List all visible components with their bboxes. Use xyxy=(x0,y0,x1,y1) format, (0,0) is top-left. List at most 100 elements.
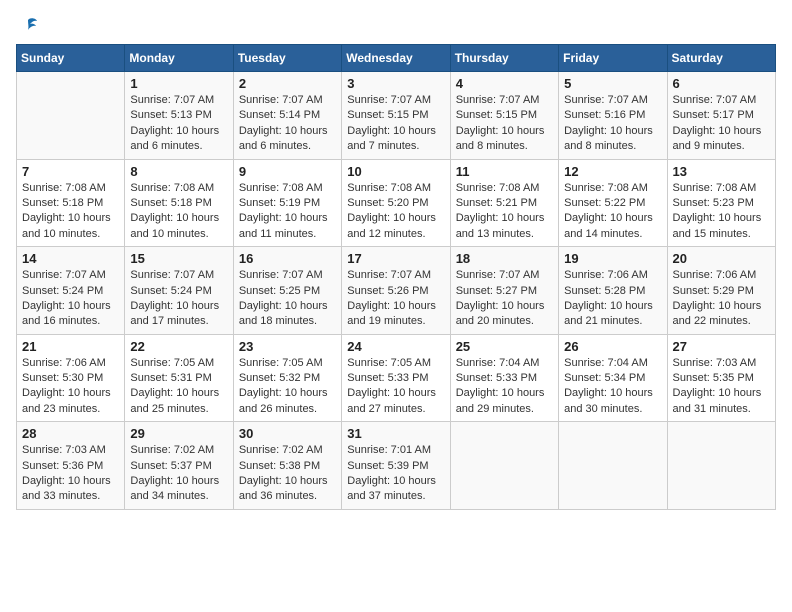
day-info: Sunrise: 7:01 AM Sunset: 5:39 PM Dayligh… xyxy=(347,443,444,505)
calendar-cell: 5Sunrise: 7:07 AM Sunset: 5:16 PM Daylig… xyxy=(559,72,667,160)
calendar-table: SundayMondayTuesdayWednesdayThursdayFrid… xyxy=(16,44,776,510)
calendar-cell xyxy=(559,422,667,510)
day-number: 11 xyxy=(456,164,553,179)
calendar-cell: 13Sunrise: 7:08 AM Sunset: 5:23 PM Dayli… xyxy=(667,159,775,247)
day-info: Sunrise: 7:05 AM Sunset: 5:32 PM Dayligh… xyxy=(239,356,336,418)
calendar-cell: 14 Sunrise: 7:07 AM Sunset: 5:24 PM Dayli… xyxy=(17,247,125,335)
calendar-cell xyxy=(667,422,775,510)
calendar-cell: 16 Sunrise: 7:07 AM Sunset: 5:25 PM Dayli… xyxy=(233,247,341,335)
column-header-thursday: Thursday xyxy=(450,45,558,72)
day-number: 19 xyxy=(564,251,661,266)
calendar-cell: 1Sunrise: 7:07 AM Sunset: 5:13 PM Daylig… xyxy=(125,72,233,160)
calendar-cell: 26Sunrise: 7:04 AM Sunset: 5:34 PM Dayli… xyxy=(559,334,667,422)
day-number: 31 xyxy=(347,426,444,441)
day-info: Sunrise: 7:07 AM Sunset: 5:24 PM Dayligh… xyxy=(22,268,119,330)
calendar-cell: 6 Sunrise: 7:07 AM Sunset: 5:17 PM Daylig… xyxy=(667,72,775,160)
day-number: 6 xyxy=(673,76,770,91)
calendar-cell: 17 Sunrise: 7:07 AM Sunset: 5:26 PM Dayli… xyxy=(342,247,450,335)
calendar-cell: 19 Sunrise: 7:06 AM Sunset: 5:28 PM Dayli… xyxy=(559,247,667,335)
day-number: 21 xyxy=(22,339,119,354)
day-number: 10 xyxy=(347,164,444,179)
calendar-cell: 27 Sunrise: 7:03 AM Sunset: 5:35 PM Dayli… xyxy=(667,334,775,422)
calendar-cell xyxy=(450,422,558,510)
logo-bird-icon xyxy=(18,16,38,34)
week-row-1: 1Sunrise: 7:07 AM Sunset: 5:13 PM Daylig… xyxy=(17,72,776,160)
column-header-friday: Friday xyxy=(559,45,667,72)
column-header-wednesday: Wednesday xyxy=(342,45,450,72)
day-info: Sunrise: 7:06 AM Sunset: 5:28 PM Dayligh… xyxy=(564,268,661,330)
day-number: 13 xyxy=(673,164,770,179)
calendar-cell: 11 Sunrise: 7:08 AM Sunset: 5:21 PM Dayli… xyxy=(450,159,558,247)
calendar-cell: 9 Sunrise: 7:08 AM Sunset: 5:19 PM Daylig… xyxy=(233,159,341,247)
day-number: 4 xyxy=(456,76,553,91)
day-info: Sunrise: 7:07 AM Sunset: 5:17 PM Dayligh… xyxy=(673,93,770,155)
calendar-cell: 7 Sunrise: 7:08 AM Sunset: 5:18 PM Daylig… xyxy=(17,159,125,247)
day-info: Sunrise: 7:03 AM Sunset: 5:36 PM Dayligh… xyxy=(22,443,119,505)
day-info: Sunrise: 7:07 AM Sunset: 5:24 PM Dayligh… xyxy=(130,268,227,330)
day-info: Sunrise: 7:02 AM Sunset: 5:38 PM Dayligh… xyxy=(239,443,336,505)
page-header xyxy=(16,16,776,34)
day-number: 18 xyxy=(456,251,553,266)
calendar-cell: 4Sunrise: 7:07 AM Sunset: 5:15 PM Daylig… xyxy=(450,72,558,160)
day-info: Sunrise: 7:08 AM Sunset: 5:18 PM Dayligh… xyxy=(130,181,227,243)
column-header-sunday: Sunday xyxy=(17,45,125,72)
day-number: 30 xyxy=(239,426,336,441)
day-info: Sunrise: 7:02 AM Sunset: 5:37 PM Dayligh… xyxy=(130,443,227,505)
calendar-cell: 3 Sunrise: 7:07 AM Sunset: 5:15 PM Daylig… xyxy=(342,72,450,160)
day-number: 29 xyxy=(130,426,227,441)
calendar-cell: 25 Sunrise: 7:04 AM Sunset: 5:33 PM Dayli… xyxy=(450,334,558,422)
day-info: Sunrise: 7:07 AM Sunset: 5:13 PM Dayligh… xyxy=(130,93,227,155)
calendar-cell: 12Sunrise: 7:08 AM Sunset: 5:22 PM Dayli… xyxy=(559,159,667,247)
day-info: Sunrise: 7:07 AM Sunset: 5:14 PM Dayligh… xyxy=(239,93,336,155)
day-info: Sunrise: 7:08 AM Sunset: 5:18 PM Dayligh… xyxy=(22,181,119,243)
calendar-cell: 30 Sunrise: 7:02 AM Sunset: 5:38 PM Dayli… xyxy=(233,422,341,510)
day-info: Sunrise: 7:07 AM Sunset: 5:15 PM Dayligh… xyxy=(347,93,444,155)
day-number: 25 xyxy=(456,339,553,354)
column-header-saturday: Saturday xyxy=(667,45,775,72)
calendar-cell: 23 Sunrise: 7:05 AM Sunset: 5:32 PM Dayli… xyxy=(233,334,341,422)
day-info: Sunrise: 7:07 AM Sunset: 5:25 PM Dayligh… xyxy=(239,268,336,330)
calendar-cell: 29 Sunrise: 7:02 AM Sunset: 5:37 PM Dayli… xyxy=(125,422,233,510)
calendar-cell: 21 Sunrise: 7:06 AM Sunset: 5:30 PM Dayli… xyxy=(17,334,125,422)
calendar-cell: 15 Sunrise: 7:07 AM Sunset: 5:24 PM Dayli… xyxy=(125,247,233,335)
calendar-cell: 8Sunrise: 7:08 AM Sunset: 5:18 PM Daylig… xyxy=(125,159,233,247)
day-info: Sunrise: 7:07 AM Sunset: 5:16 PM Dayligh… xyxy=(564,93,661,155)
week-row-2: 7 Sunrise: 7:08 AM Sunset: 5:18 PM Daylig… xyxy=(17,159,776,247)
day-number: 7 xyxy=(22,164,119,179)
calendar-cell: 20Sunrise: 7:06 AM Sunset: 5:29 PM Dayli… xyxy=(667,247,775,335)
day-info: Sunrise: 7:07 AM Sunset: 5:26 PM Dayligh… xyxy=(347,268,444,330)
column-header-monday: Monday xyxy=(125,45,233,72)
day-info: Sunrise: 7:08 AM Sunset: 5:21 PM Dayligh… xyxy=(456,181,553,243)
day-number: 23 xyxy=(239,339,336,354)
header-row: SundayMondayTuesdayWednesdayThursdayFrid… xyxy=(17,45,776,72)
day-number: 26 xyxy=(564,339,661,354)
day-number: 20 xyxy=(673,251,770,266)
column-header-tuesday: Tuesday xyxy=(233,45,341,72)
calendar-cell: 24Sunrise: 7:05 AM Sunset: 5:33 PM Dayli… xyxy=(342,334,450,422)
day-number: 2 xyxy=(239,76,336,91)
day-number: 16 xyxy=(239,251,336,266)
logo xyxy=(16,16,40,34)
calendar-cell: 28Sunrise: 7:03 AM Sunset: 5:36 PM Dayli… xyxy=(17,422,125,510)
calendar-cell: 31 Sunrise: 7:01 AM Sunset: 5:39 PM Dayli… xyxy=(342,422,450,510)
week-row-4: 21 Sunrise: 7:06 AM Sunset: 5:30 PM Dayli… xyxy=(17,334,776,422)
day-number: 9 xyxy=(239,164,336,179)
day-number: 17 xyxy=(347,251,444,266)
day-info: Sunrise: 7:08 AM Sunset: 5:19 PM Dayligh… xyxy=(239,181,336,243)
calendar-cell: 18 Sunrise: 7:07 AM Sunset: 5:27 PM Dayli… xyxy=(450,247,558,335)
day-info: Sunrise: 7:03 AM Sunset: 5:35 PM Dayligh… xyxy=(673,356,770,418)
day-number: 15 xyxy=(130,251,227,266)
calendar-cell xyxy=(17,72,125,160)
day-number: 27 xyxy=(673,339,770,354)
calendar-cell: 10 Sunrise: 7:08 AM Sunset: 5:20 PM Dayli… xyxy=(342,159,450,247)
day-number: 14 xyxy=(22,251,119,266)
day-number: 3 xyxy=(347,76,444,91)
calendar-cell: 22Sunrise: 7:05 AM Sunset: 5:31 PM Dayli… xyxy=(125,334,233,422)
calendar-cell: 2 Sunrise: 7:07 AM Sunset: 5:14 PM Daylig… xyxy=(233,72,341,160)
day-info: Sunrise: 7:07 AM Sunset: 5:27 PM Dayligh… xyxy=(456,268,553,330)
day-number: 24 xyxy=(347,339,444,354)
day-info: Sunrise: 7:08 AM Sunset: 5:20 PM Dayligh… xyxy=(347,181,444,243)
day-info: Sunrise: 7:06 AM Sunset: 5:30 PM Dayligh… xyxy=(22,356,119,418)
day-info: Sunrise: 7:05 AM Sunset: 5:31 PM Dayligh… xyxy=(130,356,227,418)
day-info: Sunrise: 7:04 AM Sunset: 5:33 PM Dayligh… xyxy=(456,356,553,418)
